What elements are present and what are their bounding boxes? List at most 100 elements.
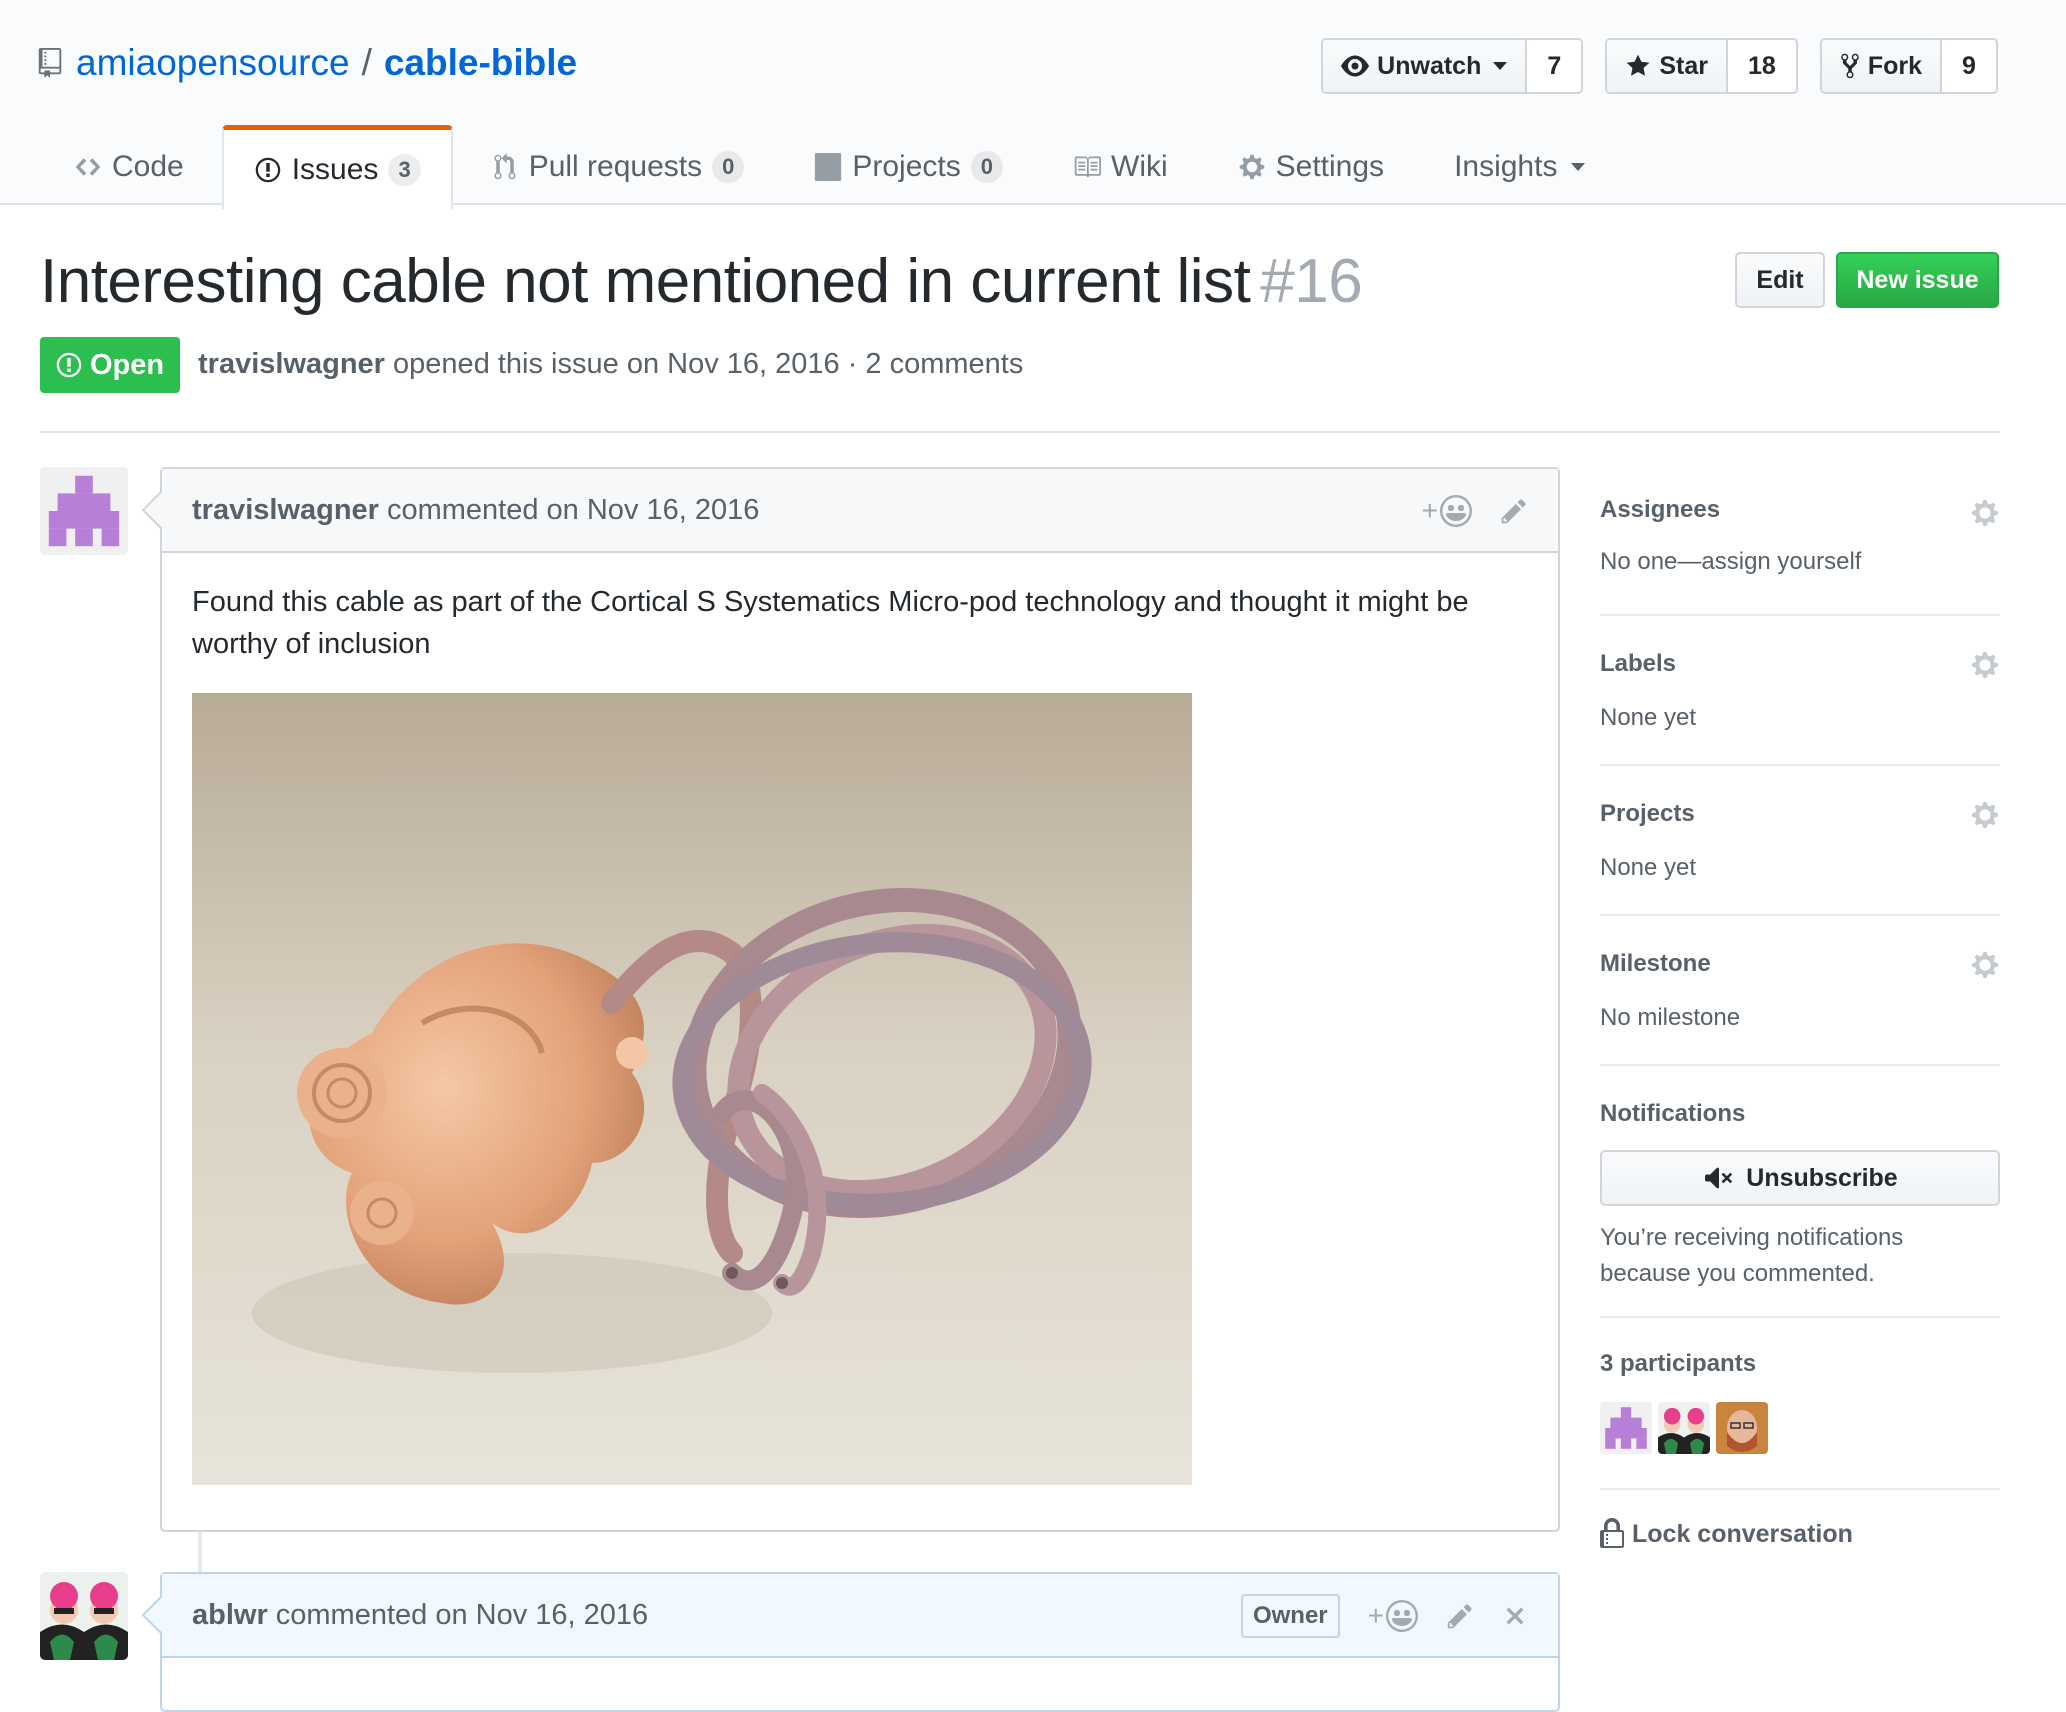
chevron-down-icon xyxy=(1493,62,1508,70)
identicon-avatar xyxy=(40,467,128,555)
avatar[interactable] xyxy=(40,467,128,555)
gear-icon xyxy=(1239,154,1264,180)
notifications-heading: Notifications xyxy=(1600,1100,1746,1127)
tab-insights[interactable]: Insights xyxy=(1422,125,1617,207)
forks-count[interactable]: 9 xyxy=(1942,40,1996,92)
tab-issues-label: Issues xyxy=(291,152,379,186)
pencil-icon[interactable] xyxy=(1446,1602,1474,1630)
issues-counter: 3 xyxy=(388,153,421,186)
pull-request-icon xyxy=(494,153,516,180)
tab-settings-label: Settings xyxy=(1275,150,1385,183)
milestone-value: No milestone xyxy=(1600,1004,1741,1031)
comment-meta[interactable]: commented on Nov 16, 2016 xyxy=(276,1599,648,1632)
issue-number: #16 xyxy=(1260,247,1363,316)
issue-meta-text: opened this issue on Nov 16, 2016 · 2 co… xyxy=(393,348,1024,380)
tab-issues[interactable]: Issues 3 xyxy=(221,125,453,209)
star-label: Star xyxy=(1659,51,1708,80)
stargazers-count[interactable]: 18 xyxy=(1728,40,1796,92)
book-icon xyxy=(1074,156,1101,178)
projects-heading: Projects xyxy=(1600,800,1695,827)
comment: ablwr commented on Nov 16, 2016 Owner + xyxy=(141,1572,1560,1712)
unwatch-button[interactable]: Unwatch xyxy=(1323,40,1528,92)
tab-pull-requests[interactable]: Pull requests 0 xyxy=(459,125,777,207)
code-icon xyxy=(75,158,101,176)
repo-title: amiaopensource / cable-bible xyxy=(38,38,577,88)
add-reaction-button[interactable]: + xyxy=(1368,1600,1418,1632)
user-avatar-image xyxy=(40,1572,128,1660)
status-label: Open xyxy=(90,348,165,381)
project-icon xyxy=(815,153,842,181)
gear-icon[interactable] xyxy=(1970,650,2000,680)
gear-icon[interactable] xyxy=(1970,950,2000,980)
divider xyxy=(40,431,2000,433)
repo-owner-link[interactable]: amiaopensource xyxy=(76,42,350,84)
lock-conversation-link[interactable]: Lock conversation xyxy=(1600,1518,2000,1550)
smiley-icon xyxy=(1386,1600,1418,1632)
milestone-heading: Milestone xyxy=(1600,950,1711,977)
star-group: Star 18 xyxy=(1605,38,1798,94)
labels-heading: Labels xyxy=(1600,650,1677,677)
comment-actions: Owner + xyxy=(1240,1574,1528,1658)
tab-projects-label: Projects xyxy=(852,150,961,183)
fork-label: Fork xyxy=(1867,51,1922,80)
projects-value: None yet xyxy=(1600,854,1697,881)
status-badge: Open xyxy=(40,337,181,393)
notification-reason: You’re receiving notifications because y… xyxy=(1600,1224,1904,1287)
issue-author-link[interactable]: travislwagner xyxy=(198,348,385,380)
new-issue-button[interactable]: New issue xyxy=(1836,252,1999,308)
participant-avatar[interactable] xyxy=(1600,1402,1652,1454)
smiley-icon xyxy=(1440,495,1472,527)
comment-header: ablwr commented on Nov 16, 2016 Owner + xyxy=(162,1574,1558,1658)
issue-opened-icon xyxy=(56,352,82,378)
pencil-icon[interactable] xyxy=(1500,497,1528,525)
issue-opened-icon xyxy=(255,157,280,182)
sidebar-assignees: Assignees No one—assign yourself xyxy=(1600,470,2000,616)
issue-title-text: Interesting cable not mentioned in curre… xyxy=(40,247,1251,316)
tab-wiki-label: Wiki xyxy=(1111,150,1168,183)
repo-name-link[interactable]: cable-bible xyxy=(384,42,577,84)
comment-meta[interactable]: commented on Nov 16, 2016 xyxy=(387,494,759,527)
issue-meta: travislwagner opened this issue on Nov 1… xyxy=(198,348,1023,381)
fork-group: Fork 9 xyxy=(1819,38,1998,94)
sidebar-labels: Labels None yet xyxy=(1600,616,2000,766)
assign-yourself-link[interactable]: No one—assign yourself xyxy=(1600,548,2000,576)
comment-header: travislwagner commented on Nov 16, 2016 … xyxy=(162,469,1558,553)
mute-icon xyxy=(1705,1167,1733,1189)
repo-separator: / xyxy=(361,42,372,83)
comment-author-link[interactable]: ablwr xyxy=(192,1599,268,1632)
tab-code-label: Code xyxy=(112,150,184,183)
edit-button[interactable]: Edit xyxy=(1735,252,1825,308)
participant-avatar[interactable] xyxy=(1716,1402,1768,1454)
repo-header: amiaopensource / cable-bible Unwatch 7 S… xyxy=(0,0,2066,209)
tab-code[interactable]: Code xyxy=(42,125,216,207)
pulls-counter: 0 xyxy=(712,151,745,183)
sidebar-participants: 3 participants xyxy=(1600,1318,2000,1490)
tab-projects[interactable]: Projects 0 xyxy=(782,125,1035,207)
watchers-count[interactable]: 7 xyxy=(1527,40,1582,92)
tab-wiki[interactable]: Wiki xyxy=(1041,125,1200,207)
discussion-sidebar: Assignees No one—assign yourself Labels … xyxy=(1600,470,2000,1550)
comment-author-link[interactable]: travislwagner xyxy=(192,494,379,527)
tab-insights-label: Insights xyxy=(1454,150,1558,183)
add-reaction-button[interactable]: + xyxy=(1422,495,1472,527)
participant-avatar[interactable] xyxy=(1658,1402,1710,1454)
comment-text: Found this cable as part of the Cortical… xyxy=(192,586,1469,660)
sidebar-milestone: Milestone No milestone xyxy=(1600,916,2000,1066)
tab-settings[interactable]: Settings xyxy=(1206,125,1416,207)
cable-photo[interactable] xyxy=(192,693,1192,1485)
issue-title: Interesting cable not mentioned in curre… xyxy=(40,246,1363,317)
pagehead-actions: Unwatch 7 Star 18 Fork 9 xyxy=(1321,38,1998,94)
repo-icon xyxy=(38,48,62,78)
gear-icon[interactable] xyxy=(1970,800,2000,830)
unsubscribe-button[interactable]: Unsubscribe xyxy=(1600,1150,2000,1206)
gear-icon[interactable] xyxy=(1970,498,2000,528)
fork-button[interactable]: Fork xyxy=(1821,40,1942,92)
user-photo-avatar xyxy=(1716,1402,1768,1454)
projects-counter: 0 xyxy=(970,151,1003,183)
star-button[interactable]: Star xyxy=(1607,40,1728,92)
comment-actions: + xyxy=(1422,469,1528,553)
unsubscribe-label: Unsubscribe xyxy=(1746,1163,1898,1192)
avatar[interactable] xyxy=(40,1572,128,1660)
close-icon[interactable] xyxy=(1502,1603,1528,1629)
eye-icon xyxy=(1341,55,1370,77)
